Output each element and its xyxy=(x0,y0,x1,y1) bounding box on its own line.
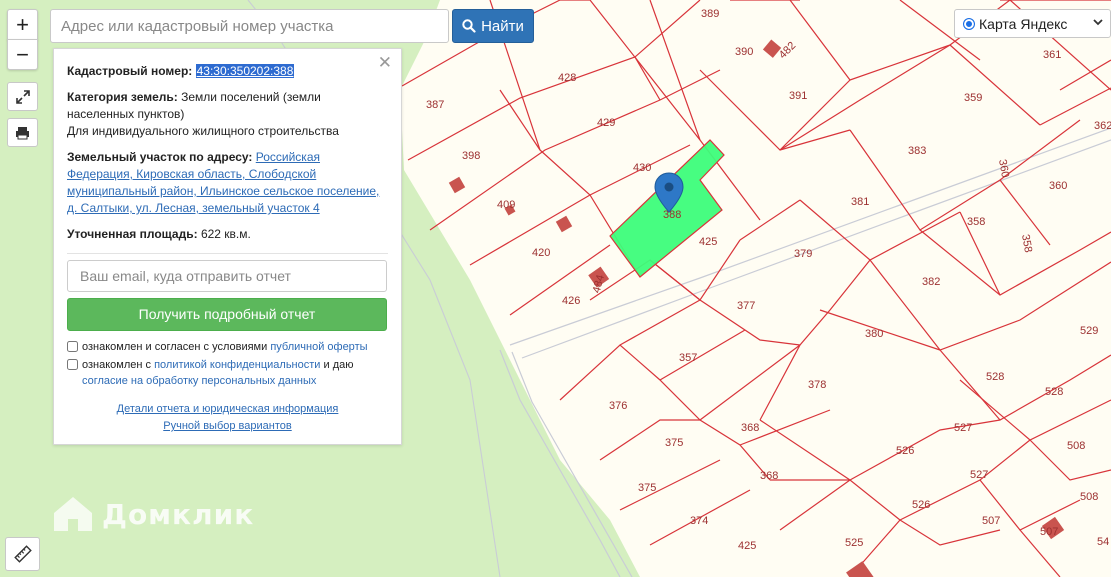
category-row: Категория земель: Земли поселений (земли… xyxy=(67,89,388,140)
domclick-watermark: Домклик xyxy=(50,493,254,535)
watermark-text: Домклик xyxy=(102,497,255,531)
plot-label: 429 xyxy=(597,117,615,129)
area-row: Уточненная площадь: 622 кв.м. xyxy=(67,226,388,243)
plot-label: 527 xyxy=(970,469,988,481)
plot-label: 426 xyxy=(562,295,580,307)
address-label: Земельный участок по адресу: xyxy=(67,150,253,164)
plot-label: 361 xyxy=(1043,49,1061,61)
plot-label: 387 xyxy=(426,99,444,111)
print-button[interactable] xyxy=(7,118,38,147)
offer-agreement: ознакомлен и согласен с условиями публич… xyxy=(67,339,388,355)
details-link[interactable]: Детали отчета и юридическая информация xyxy=(117,403,339,415)
plot-label: 391 xyxy=(789,90,807,102)
plot-label: 383 xyxy=(908,145,926,157)
email-field[interactable] xyxy=(67,260,387,292)
offer-text: ознакомлен и согласен с условиями xyxy=(82,341,268,353)
plot-info-panel: ✕ Кадастровый номер: 43:30:350202:388 Ка… xyxy=(53,48,402,445)
search-input[interactable] xyxy=(50,9,449,43)
divider xyxy=(67,253,388,254)
plot-label: 526 xyxy=(896,445,914,457)
privacy-text: ознакомлен с xyxy=(82,359,152,371)
get-report-button[interactable]: Получить подробный отчет xyxy=(67,298,387,331)
plot-label: 375 xyxy=(665,437,683,449)
privacy-link[interactable]: политикой конфиденциальности xyxy=(154,359,320,371)
privacy-text-mid: и даю xyxy=(323,359,354,371)
fullscreen-button[interactable] xyxy=(7,82,38,111)
plot-label: 360 xyxy=(1049,180,1067,192)
consent-link[interactable]: согласие на обработку персональных данны… xyxy=(82,375,316,387)
plot-label: 525 xyxy=(845,537,863,549)
ruler-icon xyxy=(13,545,32,563)
plot-label: 425 xyxy=(738,540,756,552)
plot-label: 362 xyxy=(1094,120,1111,132)
plot-label: 398 xyxy=(462,150,480,162)
plot-label: 528 xyxy=(986,371,1004,383)
plot-label: 527 xyxy=(954,422,972,434)
selected-plot-label: 388 xyxy=(663,209,681,221)
plot-label: 526 xyxy=(912,499,930,511)
plot-label: 378 xyxy=(808,379,826,391)
privacy-agreement: ознакомлен с политикой конфиденциальност… xyxy=(67,357,388,389)
plot-label: 508 xyxy=(1080,491,1098,503)
plot-label: 508 xyxy=(1067,440,1085,452)
offer-link[interactable]: публичной оферты xyxy=(270,341,367,353)
panel-footer-links: Детали отчета и юридическая информация Р… xyxy=(54,401,401,435)
plot-label: 425 xyxy=(699,236,717,248)
plot-label: 380 xyxy=(865,328,883,340)
plot-label: 54 xyxy=(1097,536,1109,548)
plot-label: 507 xyxy=(1040,526,1058,538)
plot-label: 377 xyxy=(737,300,755,312)
radio-selected-icon xyxy=(963,17,975,30)
expand-icon xyxy=(15,89,30,104)
house-logo-icon xyxy=(54,497,92,531)
map-layer-selected: Карта Яндекс xyxy=(979,15,1068,32)
address-row: Земельный участок по адресу: Российская … xyxy=(67,149,388,217)
plot-label: 390 xyxy=(735,46,753,58)
plot-label: 430 xyxy=(633,162,651,174)
cadastral-row: Кадастровый номер: 43:30:350202:388 xyxy=(67,63,388,80)
chevron-down-icon xyxy=(1093,19,1103,26)
close-icon[interactable]: ✕ xyxy=(378,54,392,71)
search-button-label: Найти xyxy=(481,17,524,35)
plot-label: 358 xyxy=(967,216,985,228)
plot-label: 507 xyxy=(982,515,1000,527)
search-button[interactable]: Найти xyxy=(452,9,534,43)
area-value: 622 кв.м. xyxy=(200,227,251,241)
manual-selection-link[interactable]: Ручной выбор вариантов xyxy=(163,420,291,432)
plot-label: 376 xyxy=(609,400,627,412)
zoom-out-button[interactable]: − xyxy=(7,39,38,70)
plot-label: 420 xyxy=(532,247,550,259)
plot-label: 529 xyxy=(1080,325,1098,337)
map-layer-select[interactable]: Карта Яндекс xyxy=(954,9,1111,38)
plot-label: 374 xyxy=(690,515,708,527)
printer-icon xyxy=(16,126,29,139)
plot-label: 368 xyxy=(760,470,778,482)
plot-label: 375 xyxy=(638,482,656,494)
search-icon xyxy=(462,19,476,33)
plot-label: 359 xyxy=(964,92,982,104)
plot-label: 382 xyxy=(922,276,940,288)
privacy-checkbox[interactable] xyxy=(67,359,78,370)
plot-label: 428 xyxy=(558,72,576,84)
plot-label: 379 xyxy=(794,248,812,260)
category-label: Категория земель: xyxy=(67,90,178,104)
category-use: Для индивидуального жилищного строительс… xyxy=(67,124,339,138)
ruler-button[interactable] xyxy=(5,537,40,571)
offer-checkbox[interactable] xyxy=(67,341,78,352)
plot-label: 389 xyxy=(701,8,719,20)
cadastral-label: Кадастровый номер: xyxy=(67,64,193,78)
area-label: Уточненная площадь: xyxy=(67,227,198,241)
plot-label: 528 xyxy=(1045,386,1063,398)
plot-label: 381 xyxy=(851,196,869,208)
zoom-in-button[interactable]: + xyxy=(7,9,38,40)
plot-label: 409 xyxy=(497,199,515,211)
plot-label: 357 xyxy=(679,352,697,364)
plot-label: 368 xyxy=(741,422,759,434)
cadastral-number[interactable]: 43:30:350202:388 xyxy=(195,64,295,78)
